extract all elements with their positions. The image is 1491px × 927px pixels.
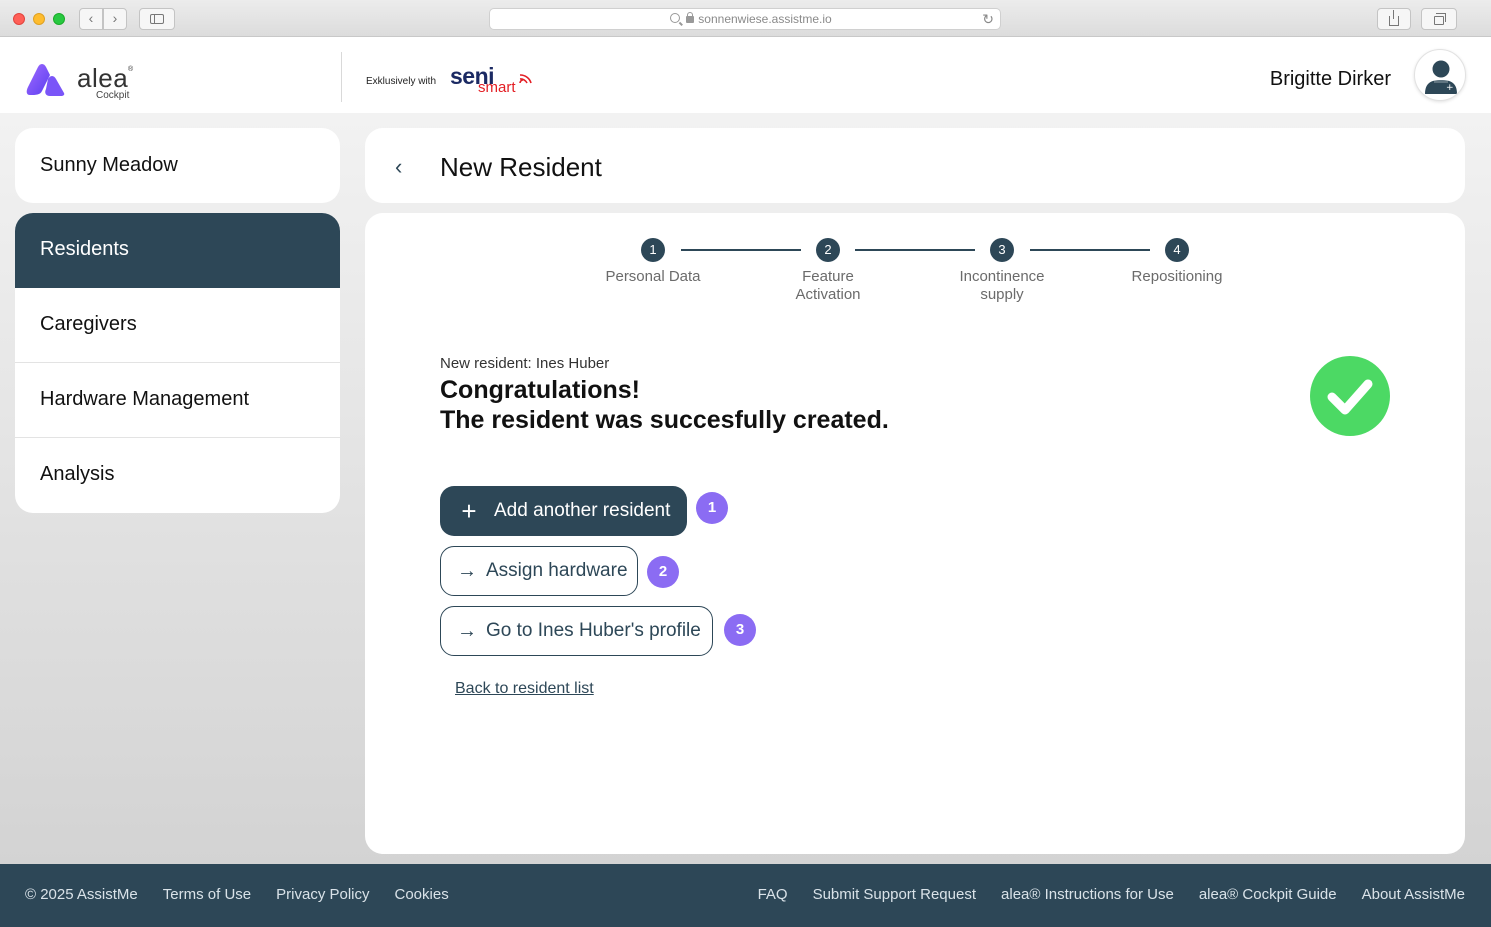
step-repositioning: 4 Repositioning [1117,238,1237,286]
go-to-profile-button[interactable]: → Go to Ines Huber's profile [440,606,713,656]
footer: © 2025 AssistMe Terms of Use Privacy Pol… [0,864,1491,927]
step-hint-badge: 3 [724,614,756,646]
address-bar[interactable]: sonnenwiese.assistme.io ↻ [489,8,1001,30]
step-feature-activation: 2 Feature Activation [768,238,888,304]
back-to-resident-list-link[interactable]: Back to resident list [455,680,594,698]
tabs-icon [1434,13,1446,25]
browser-sidebar-button[interactable] [139,8,175,30]
maximize-window-button[interactable] [53,13,65,25]
facility-name: Sunny Meadow [40,154,178,176]
chevron-left-icon: ‹ [88,10,94,26]
step-incontinence-supply: 3 Incontinence supply [942,238,1062,304]
step-label: Repositioning [1131,268,1223,285]
sidebar-item-hardware-management[interactable]: Hardware Management [15,363,340,438]
logo-registered-mark: ® [128,66,134,73]
step-hint-badge: 1 [696,492,728,524]
plus-icon: + [461,496,477,526]
search-icon [670,13,680,23]
header-divider [341,52,342,102]
footer-left-links: © 2025 AssistMe Terms of Use Privacy Pol… [25,886,474,903]
user-avatar-icon: + [1425,60,1457,94]
arrow-right-icon: → [457,620,477,642]
step-label: Feature Activation [795,268,861,303]
success-message: Congratulations! The resident was succes… [440,375,889,435]
step-number: 1 [641,238,665,262]
logo-subtitle: Cockpit [96,90,130,101]
button-label: Assign hardware [486,560,628,581]
step-personal-data: 1 Personal Data [593,238,713,286]
alea-logo-icon[interactable] [26,61,70,97]
chevron-right-icon: › [112,10,118,26]
sidebar-item-label: Hardware Management [40,388,249,410]
lock-icon [686,12,694,23]
sidebar-item-label: Caregivers [40,313,137,335]
add-another-resident-button[interactable]: + Add another resident [440,486,687,536]
success-subtitle: The resident was succesfully created. [440,406,889,434]
share-icon [1389,10,1399,26]
main-area: Sunny Meadow Residents Caregivers Hardwa… [0,113,1491,864]
sidebar-nav: Residents Caregivers Hardware Management… [15,213,340,513]
footer-link-cookies[interactable]: Cookies [395,886,449,903]
browser-toolbar: ‹ › sonnenwiese.assistme.io ↻ [0,0,1491,37]
minimize-window-button[interactable] [33,13,45,25]
footer-link-cockpit-guide[interactable]: alea® Cockpit Guide [1199,886,1337,903]
sidebar-item-caregivers[interactable]: Caregivers [15,288,340,363]
footer-right-links: FAQ Submit Support Request alea® Instruc… [758,886,1465,903]
step-label: Incontinence supply [959,268,1045,303]
close-window-button[interactable] [13,13,25,25]
footer-link-faq[interactable]: FAQ [758,886,788,903]
content-card: 1 Personal Data 2 Feature Activation 3 I… [365,213,1465,854]
step-label: Personal Data [605,268,701,285]
share-button[interactable] [1377,8,1411,30]
button-label: Go to Ines Huber's profile [486,620,701,641]
new-resident-label: New resident: Ines Huber [440,355,610,372]
success-check-icon [1310,356,1390,436]
page-title: New Resident [440,152,602,182]
url-text: sonnenwiese.assistme.io [698,12,832,26]
sidebar-item-residents[interactable]: Residents [15,213,340,288]
sidebar-item-label: Residents [40,238,129,260]
success-title: Congratulations! [440,376,640,404]
footer-link-privacy[interactable]: Privacy Policy [276,886,369,903]
user-name[interactable]: Brigitte Dirker [1270,68,1391,91]
step-hint-badge: 2 [647,556,679,588]
step-number: 2 [816,238,840,262]
partner-label: Exklusively with [366,76,437,87]
app-header: alea ® Cockpit Exklusively with seni sma… [0,37,1491,113]
assign-hardware-button[interactable]: → Assign hardware [440,546,638,596]
footer-link-terms[interactable]: Terms of Use [163,886,251,903]
page-title-bar: ‹ New Resident [365,128,1465,203]
sidebar-icon [150,14,164,24]
arrow-right-icon: → [457,560,477,582]
footer-link-about[interactable]: About AssistMe [1362,886,1465,903]
user-avatar[interactable]: + [1414,49,1466,101]
partner-logo-smart: smart [478,79,516,96]
sidebar-item-analysis[interactable]: Analysis [15,438,340,513]
step-number: 4 [1165,238,1189,262]
browser-forward-button[interactable]: › [103,8,127,30]
signal-icon [519,74,532,84]
sidebar-item-label: Analysis [40,463,115,485]
svg-text:+: + [1446,83,1454,93]
back-chevron-icon[interactable]: ‹ [395,154,402,180]
tabs-overview-button[interactable] [1421,8,1457,30]
facility-selector[interactable]: Sunny Meadow [15,128,340,203]
browser-back-button[interactable]: ‹ [79,8,103,30]
button-label: Add another resident [494,500,671,521]
step-number: 3 [990,238,1014,262]
footer-link-instructions[interactable]: alea® Instructions for Use [1001,886,1174,903]
footer-link-support[interactable]: Submit Support Request [813,886,976,903]
footer-copyright: © 2025 AssistMe [25,886,138,903]
reload-icon[interactable]: ↻ [982,9,994,29]
